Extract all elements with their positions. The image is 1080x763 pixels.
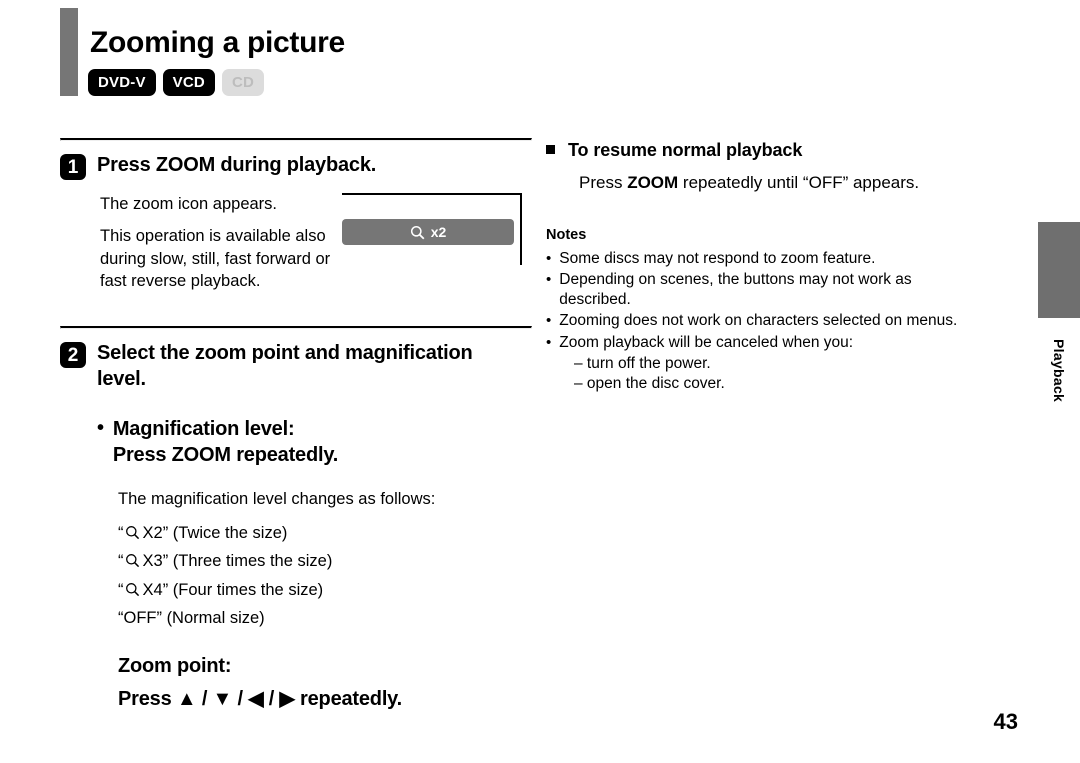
disc-badge-dvd-v: DVD-V bbox=[88, 69, 156, 96]
magnification-level-off: “OFF” (Normal size) bbox=[118, 609, 265, 628]
magnification-intro: The magnification level changes as follo… bbox=[118, 490, 436, 509]
disc-badge-vcd: VCD bbox=[162, 69, 215, 96]
step-1-body: The zoom icon appears. This operation is… bbox=[100, 193, 335, 293]
arrow-left-icon: ◀ bbox=[248, 687, 264, 710]
magnification-heading-text: Magnification level: Press ZOOM repeated… bbox=[112, 416, 339, 468]
note-sub-item: – open the disc cover. bbox=[574, 374, 725, 392]
note-bullet: • bbox=[546, 250, 552, 267]
magnifier-icon bbox=[410, 224, 425, 241]
step-1-paragraph-2: This operation is available also during … bbox=[100, 226, 331, 291]
note-text: Depending on scenes, the buttons may not… bbox=[559, 271, 912, 309]
resume-playback-heading: To resume normal playback bbox=[546, 140, 1014, 161]
magnification-level-value: X3 bbox=[142, 552, 163, 571]
resume-body-strong: ZOOM bbox=[627, 173, 679, 192]
note-bullet: • bbox=[546, 312, 552, 330]
arrow-down-icon: ▼ bbox=[212, 687, 233, 710]
step-2: 2 Select the zoom point and magnificatio… bbox=[60, 340, 530, 392]
note-text: Zoom playback will be canceled when you: bbox=[559, 333, 854, 351]
page-title: Zooming a picture bbox=[90, 26, 345, 59]
divider-above-step-2 bbox=[60, 326, 532, 330]
magnifier-icon bbox=[125, 582, 140, 597]
magnification-level-item: “ X3 ” (Three times the size) bbox=[118, 550, 530, 573]
magnifier-icon bbox=[125, 525, 140, 540]
resume-playback-heading-text: To resume normal playback bbox=[568, 140, 803, 160]
magnification-level-desc: (Four times the size) bbox=[172, 580, 324, 599]
note-text: Zooming does not work on characters sele… bbox=[559, 312, 958, 330]
note-text: Some discs may not respond to zoom featu… bbox=[559, 250, 876, 267]
section-tab-label-text: Playback bbox=[1051, 339, 1067, 403]
notes-title: Notes bbox=[546, 227, 587, 243]
magnification-bullet: • bbox=[97, 417, 104, 440]
magnification-level-heading: • Magnification level: Press ZOOM repeat… bbox=[97, 416, 530, 468]
note-item: • Depending on scenes, the buttons may n… bbox=[546, 270, 1014, 310]
magnification-level-value: X4 bbox=[142, 580, 163, 599]
step-1-number: 1 bbox=[60, 154, 86, 180]
step-1-title: Press ZOOM during playback. bbox=[97, 154, 377, 176]
title-accent-bar bbox=[60, 8, 78, 96]
magnification-level-item: “ X4 ” (Four times the size) bbox=[118, 579, 530, 602]
note-bullet: • bbox=[546, 271, 552, 289]
note-sub-item: – turn off the power. bbox=[574, 354, 711, 372]
magnification-level-list: The magnification level changes as follo… bbox=[118, 488, 530, 630]
document-page: Zooming a picture DVD-V VCD CD 1 Press Z… bbox=[0, 0, 1080, 763]
step-1-paragraph-1: The zoom icon appears. bbox=[100, 195, 278, 213]
quote-open: “ bbox=[118, 552, 124, 571]
square-bullet-icon bbox=[546, 145, 555, 154]
magnification-heading-line-2: Press ZOOM repeatedly. bbox=[112, 444, 339, 467]
note-bullet: • bbox=[546, 333, 552, 351]
magnification-level-desc: (Three times the size) bbox=[172, 552, 333, 571]
magnification-level-value: X2 bbox=[142, 523, 163, 542]
disc-type-badges: DVD-V VCD CD bbox=[88, 69, 265, 96]
magnification-level-desc: (Twice the size) bbox=[172, 523, 288, 542]
divider-above-step-1 bbox=[60, 138, 532, 141]
zoom-osd-chip: x2 bbox=[342, 219, 514, 245]
arrow-up-icon: ▲ bbox=[176, 687, 197, 710]
zoom-point-press-label: Press bbox=[118, 687, 172, 710]
note-item: • Zoom playback will be canceled when yo… bbox=[546, 333, 1014, 353]
step-1: 1 Press ZOOM during playback. bbox=[60, 152, 530, 180]
note-item: • Zooming does not work on characters se… bbox=[546, 311, 1014, 331]
resume-body-before: Press bbox=[579, 173, 628, 192]
zoom-icon-figure: x2 bbox=[342, 193, 522, 265]
note-item: • Some discs may not respond to zoom fea… bbox=[546, 249, 1014, 269]
zoom-osd-label: x2 bbox=[430, 224, 447, 240]
quote-open: “ bbox=[118, 523, 124, 542]
page-number: 43 bbox=[993, 709, 1018, 734]
arrow-right-icon: ▶ bbox=[279, 687, 295, 710]
resume-playback-body: Press ZOOM repeatedly until “OFF” appear… bbox=[579, 173, 1014, 193]
zoom-point-section: Zoom point: Press ▲ / ▼ / ◀ / ▶ repeated… bbox=[118, 653, 530, 712]
right-column: To resume normal playback Press ZOOM rep… bbox=[546, 140, 1014, 394]
magnification-level-item: “ X2 ” (Twice the size) bbox=[118, 522, 530, 545]
step-2-title: Select the zoom point and magnification … bbox=[97, 342, 473, 391]
disc-badge-cd: CD bbox=[221, 69, 265, 96]
magnification-heading-line-1: Magnification level: bbox=[112, 418, 295, 441]
zoom-point-instruction: Press ▲ / ▼ / ◀ / ▶ repeatedly. bbox=[118, 686, 530, 712]
quote-open: “ bbox=[118, 580, 124, 599]
resume-body-after: repeatedly until “OFF” appears. bbox=[678, 173, 920, 192]
step-2-number: 2 bbox=[60, 342, 86, 369]
section-tab-block bbox=[1038, 222, 1080, 318]
section-tab-label: Playback bbox=[1038, 326, 1080, 416]
magnifier-icon bbox=[125, 553, 140, 568]
zoom-point-suffix: repeatedly. bbox=[300, 687, 402, 710]
zoom-point-heading: Zoom point: bbox=[118, 654, 232, 677]
notes-list: • Some discs may not respond to zoom fea… bbox=[546, 249, 1014, 394]
